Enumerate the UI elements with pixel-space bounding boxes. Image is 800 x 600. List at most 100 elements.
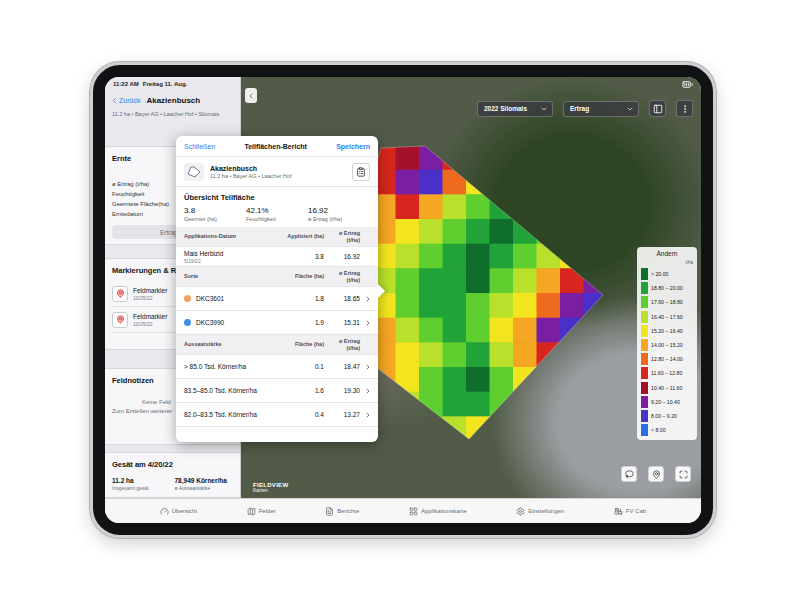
tab-item[interactable]: Berichte	[325, 507, 359, 516]
yield-cell	[584, 392, 608, 417]
yield-cell	[419, 416, 443, 441]
marker-label: Feldmarkier	[133, 287, 167, 294]
overview-stat: 42.1%Feuchtigkeit	[246, 206, 308, 222]
overview-title: Übersicht Teilfläche	[176, 187, 378, 204]
tab-item[interactable]: Einstellungen	[516, 507, 564, 516]
map-toolbar: 2022 Silomais Ertrag	[477, 100, 693, 117]
yield-cell	[584, 318, 608, 343]
tab-icon	[325, 507, 334, 516]
variety-dot	[184, 319, 191, 326]
yield-cell	[537, 392, 561, 417]
yield-cell	[443, 367, 467, 392]
yield-cell	[537, 170, 561, 195]
yield-cell	[466, 244, 490, 269]
more-button[interactable]	[676, 100, 693, 117]
pin-button[interactable]	[648, 466, 664, 482]
lasso-button[interactable]	[621, 466, 637, 482]
yield-cell	[490, 194, 514, 219]
legend-swatch	[641, 424, 648, 436]
yield-cell	[490, 293, 514, 318]
table-row[interactable]: 82.0–83.5 Tsd. Körner/ha0.413.27	[176, 403, 378, 427]
legend-row: 14.00 – 15.20	[641, 338, 693, 352]
clipboard-button[interactable]	[352, 163, 370, 181]
yield-cell	[584, 194, 608, 219]
collapse-button[interactable]	[245, 88, 257, 103]
yield-cell	[466, 367, 490, 392]
fullscreen-button[interactable]	[675, 466, 691, 482]
tab-item[interactable]: Applikationskarte	[409, 507, 467, 516]
legend-swatch	[641, 396, 648, 408]
yield-cell	[419, 170, 443, 195]
yield-cell	[560, 367, 584, 392]
legend-row: 9.20 – 10.40	[641, 395, 693, 409]
tab-icon	[247, 507, 256, 516]
yield-cell	[513, 342, 537, 367]
yield-cell	[560, 293, 584, 318]
legend-row: 8.00 – 9.20	[641, 409, 693, 423]
back-button[interactable]: Zurück	[110, 96, 140, 105]
more-icon	[680, 104, 690, 114]
yield-cell	[584, 367, 608, 392]
yield-cell	[490, 416, 514, 441]
table-row[interactable]: 83.5–85.0 Tsd. Körner/ha1.619.30	[176, 379, 378, 403]
seeding-stats: 11.2 haInsgesamt gesät78,949 Körner/haø …	[112, 477, 233, 491]
page: 11:22 AMFreitag 11. Aug.ZurückAkazienbus…	[0, 0, 800, 600]
yield-cell	[537, 293, 561, 318]
tab-item[interactable]: FV Cab	[614, 507, 646, 516]
table-row[interactable]: DKC36011.818.65	[176, 287, 378, 311]
overview-stat: 3.8Geerntet (ha)	[184, 206, 246, 222]
yield-cell	[466, 342, 490, 367]
yield-cell	[396, 342, 420, 367]
yield-cell	[490, 145, 514, 170]
yield-cell	[396, 194, 420, 219]
season-dropdown[interactable]: 2022 Silomais	[477, 101, 553, 117]
table-row[interactable]: DKC39901.915.31	[176, 311, 378, 335]
yield-cell	[537, 145, 561, 170]
lasso-icon	[625, 470, 634, 479]
yield-cell	[513, 244, 537, 269]
save-button[interactable]: Speichern	[336, 143, 370, 150]
popover-header: SchließenTeilflächen-BerichtSpeichern	[176, 136, 378, 157]
table-row[interactable]: > 85.0 Tsd. Körner/ha0.118.47	[176, 355, 378, 379]
close-button[interactable]: Schließen	[184, 143, 215, 150]
tab-item[interactable]: Übersicht	[160, 507, 197, 516]
yield-cell	[537, 342, 561, 367]
clipboard-icon	[356, 167, 366, 177]
legend-swatch	[641, 296, 648, 308]
yield-cell	[584, 416, 608, 441]
yield-cell	[584, 145, 608, 170]
yield-cell	[513, 194, 537, 219]
yield-cell	[584, 293, 608, 318]
chevron-down-icon	[540, 105, 548, 113]
tab-icon	[409, 507, 418, 516]
field-thumb	[184, 163, 204, 181]
yield-cell	[466, 170, 490, 195]
tab-icon	[614, 507, 623, 516]
legend-row: 11.60 – 12.80	[641, 366, 693, 380]
tab-icon	[160, 507, 169, 516]
yield-cell	[443, 244, 467, 269]
marker-label: Feldmarkier	[133, 313, 167, 320]
yield-cell	[537, 318, 561, 343]
screen: 11:22 AMFreitag 11. Aug.ZurückAkazienbus…	[105, 77, 701, 523]
marker-date: 10/25/22	[133, 321, 167, 327]
legend-row: < 8.00	[641, 423, 693, 437]
yield-cell	[560, 194, 584, 219]
tab-icon	[516, 507, 525, 516]
yield-cell	[490, 244, 514, 269]
yield-cell	[466, 268, 490, 293]
field-outline-icon	[187, 166, 201, 178]
tab-item[interactable]: Felder	[247, 507, 276, 516]
layer-dropdown[interactable]: Ertrag	[563, 101, 639, 117]
yield-cell	[513, 145, 537, 170]
legend-swatch	[641, 339, 648, 351]
chevron-left-icon	[110, 96, 119, 105]
yield-cell	[513, 392, 537, 417]
sidebar-header: ZurückAkazienbusch	[105, 93, 240, 107]
yield-cell	[466, 145, 490, 170]
yield-cell	[560, 392, 584, 417]
legend-swatch	[641, 282, 648, 294]
split-view-button[interactable]	[649, 100, 666, 117]
yield-cell	[443, 416, 467, 441]
legend-change-button[interactable]: Ändern	[641, 250, 693, 260]
